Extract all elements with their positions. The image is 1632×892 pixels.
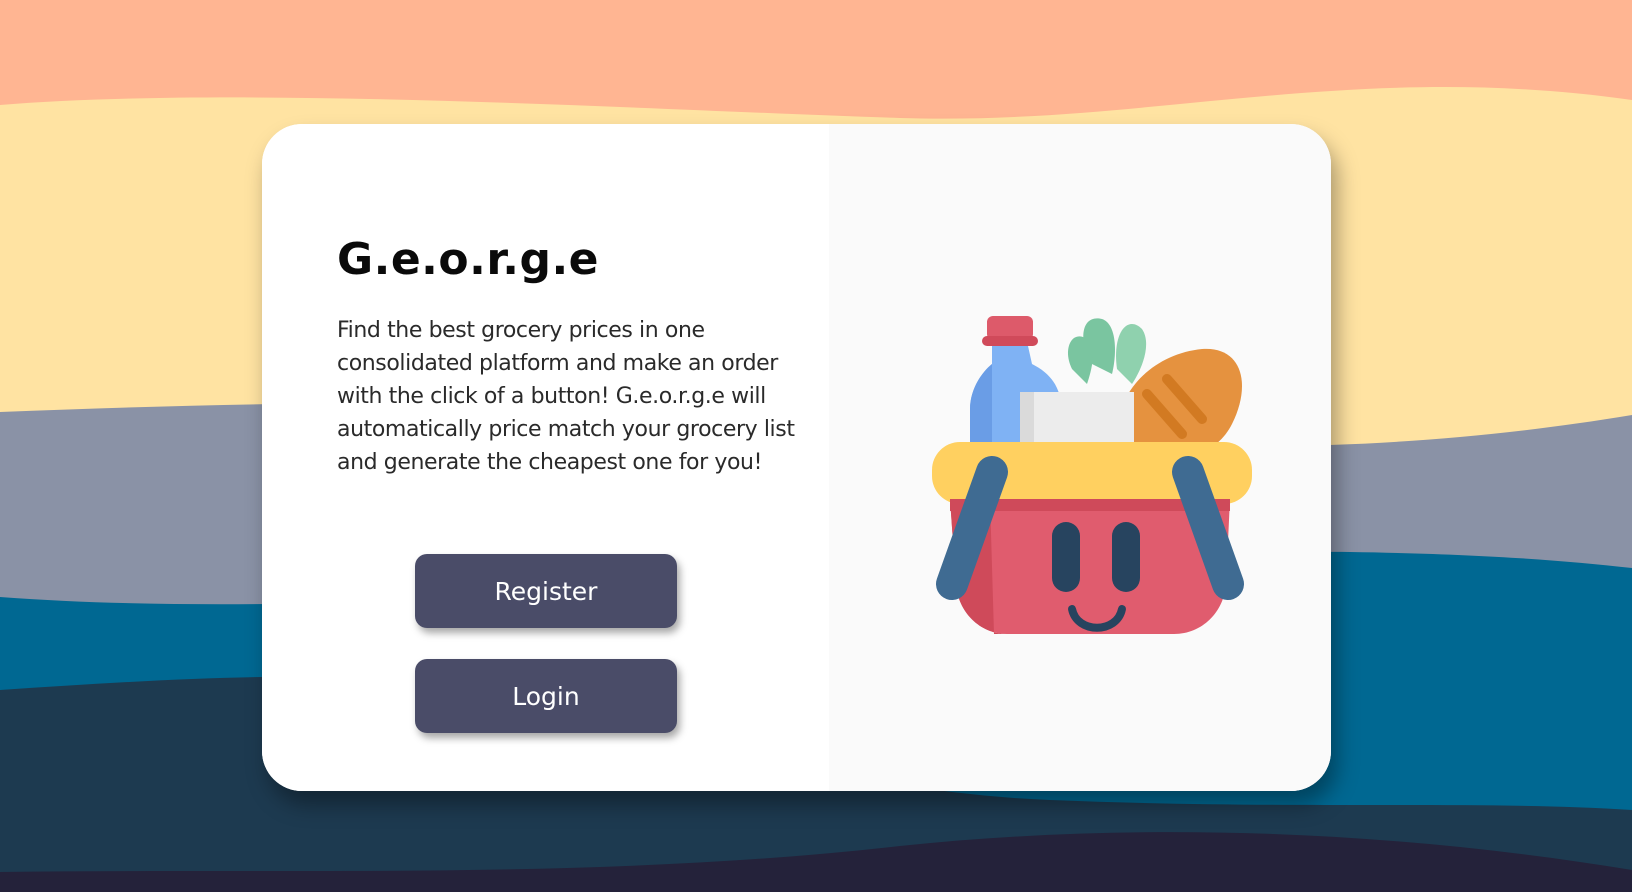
greens-icon (1067, 318, 1147, 384)
basket-eye-left (1052, 522, 1080, 592)
welcome-card: G.e.o.r.g.e Find the best grocery prices… (262, 124, 1331, 791)
basket-eye-right (1112, 522, 1140, 592)
register-button[interactable]: Register (415, 554, 677, 628)
grocery-basket-icon (932, 316, 1252, 634)
page-description: Find the best grocery prices in one cons… (337, 318, 795, 475)
card-left-panel: G.e.o.r.g.e Find the best grocery prices… (262, 124, 829, 791)
page-title: G.e.o.r.g.e (337, 234, 600, 285)
login-button[interactable]: Login (415, 659, 677, 733)
